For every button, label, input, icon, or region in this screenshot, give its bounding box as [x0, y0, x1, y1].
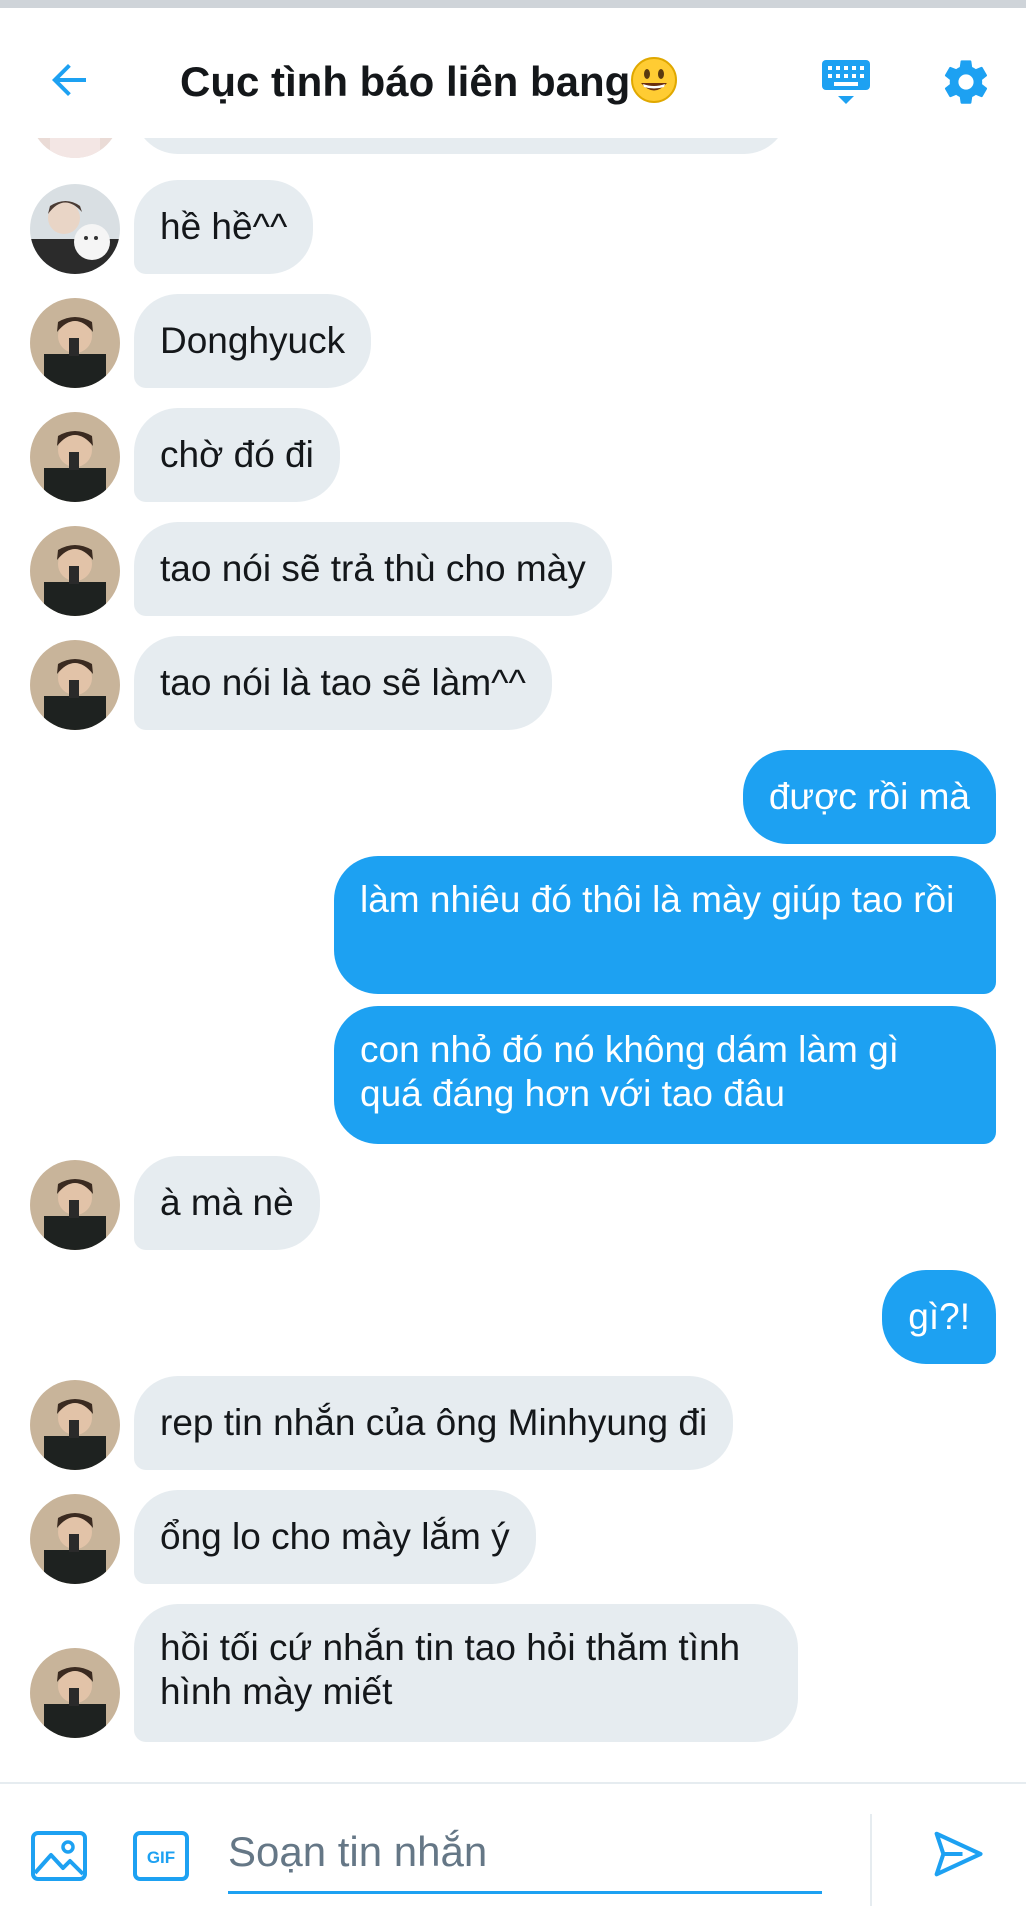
- gif-label: GIF: [147, 1848, 175, 1867]
- conversation-title-container[interactable]: Cục tình báo liên bang: [180, 52, 678, 112]
- composer-divider: [870, 1814, 872, 1906]
- message-text: được rồi mà: [768, 776, 970, 817]
- message-text: ổng lo cho mày lắm ý: [160, 1516, 510, 1557]
- message-bubble[interactable]: rep tin nhắn của ông Minhyung đi: [134, 1376, 734, 1470]
- dm-conversation-screen: Cục tình báo liên bang hề hề^^ Donghyuck…: [0, 0, 1026, 1920]
- arrow-left-icon: [52, 64, 86, 96]
- message-bubble[interactable]: tao nói là tao sẽ làm^^: [134, 636, 552, 730]
- message-bubble[interactable]: tao nói sẽ trả thù cho mày: [134, 522, 612, 616]
- avatar[interactable]: [30, 526, 120, 616]
- avatar[interactable]: [30, 184, 120, 274]
- message-text: à mà nè: [160, 1182, 294, 1223]
- message-text: tao nói sẽ trả thù cho mày: [160, 548, 586, 589]
- avatar[interactable]: [30, 640, 120, 730]
- keyboard-button[interactable]: [816, 52, 876, 112]
- message-bubble[interactable]: gì?!: [882, 1270, 996, 1364]
- message-bubble[interactable]: à mà nè: [134, 1156, 320, 1250]
- add-gif-button[interactable]: GIF: [132, 1830, 190, 1882]
- keyboard-icon: [822, 60, 870, 104]
- message-text: gì?!: [908, 1296, 970, 1337]
- gear-icon: [944, 60, 988, 104]
- avatar[interactable]: [30, 1160, 120, 1250]
- partial-avatar: [30, 138, 120, 158]
- message-bubble[interactable]: con nhỏ đó nó không dám làm gì quá đáng …: [334, 1006, 996, 1144]
- message-bubble[interactable]: Donghyuck: [134, 294, 372, 388]
- settings-button[interactable]: [936, 52, 996, 112]
- gif-icon: GIF: [133, 1831, 189, 1881]
- add-image-button[interactable]: [30, 1830, 88, 1882]
- avatar[interactable]: [30, 1494, 120, 1584]
- send-icon: [934, 1831, 983, 1877]
- message-list[interactable]: hề hề^^ Donghyuck chờ đó đi tao nói sẽ t…: [0, 138, 1026, 1778]
- image-icon: [31, 1831, 87, 1881]
- message-text: hề hề^^: [160, 206, 288, 247]
- grinning-face-emoji-icon: [630, 56, 678, 104]
- message-text: làm nhiêu đó thôi là mày giúp tao rồi: [360, 879, 955, 920]
- message-bubble[interactable]: chờ đó đi: [134, 408, 340, 502]
- message-text: con nhỏ đó nó không dám làm gì quá đáng …: [360, 1029, 899, 1114]
- message-text: tao nói là tao sẽ làm^^: [160, 662, 526, 703]
- conversation-header: Cục tình báo liên bang: [0, 8, 1026, 144]
- avatar[interactable]: [30, 298, 120, 388]
- send-button[interactable]: [928, 1824, 988, 1884]
- message-bubble[interactable]: được rồi mà: [742, 750, 996, 844]
- avatar[interactable]: [30, 1380, 120, 1470]
- avatar[interactable]: [30, 412, 120, 502]
- message-bubble[interactable]: hồi tối cứ nhắn tin tao hỏi thăm tình hì…: [134, 1604, 798, 1742]
- message-text: rep tin nhắn của ông Minhyung đi: [160, 1402, 708, 1443]
- message-text: hồi tối cứ nhắn tin tao hỏi thăm tình hì…: [160, 1627, 741, 1712]
- avatar[interactable]: [30, 1648, 120, 1738]
- message-composer: GIF: [0, 1782, 1026, 1920]
- status-strip: [0, 0, 1026, 8]
- conversation-title: Cục tình báo liên bang: [180, 58, 631, 105]
- partial-message-bubble: [134, 138, 788, 154]
- message-text: Donghyuck: [160, 320, 346, 361]
- message-bubble[interactable]: hề hề^^: [134, 180, 314, 274]
- message-bubble[interactable]: ổng lo cho mày lắm ý: [134, 1490, 536, 1584]
- message-input[interactable]: [228, 1812, 822, 1894]
- back-button[interactable]: [40, 50, 100, 110]
- message-text: chờ đó đi: [160, 434, 314, 475]
- message-bubble[interactable]: làm nhiêu đó thôi là mày giúp tao rồi: [334, 856, 996, 994]
